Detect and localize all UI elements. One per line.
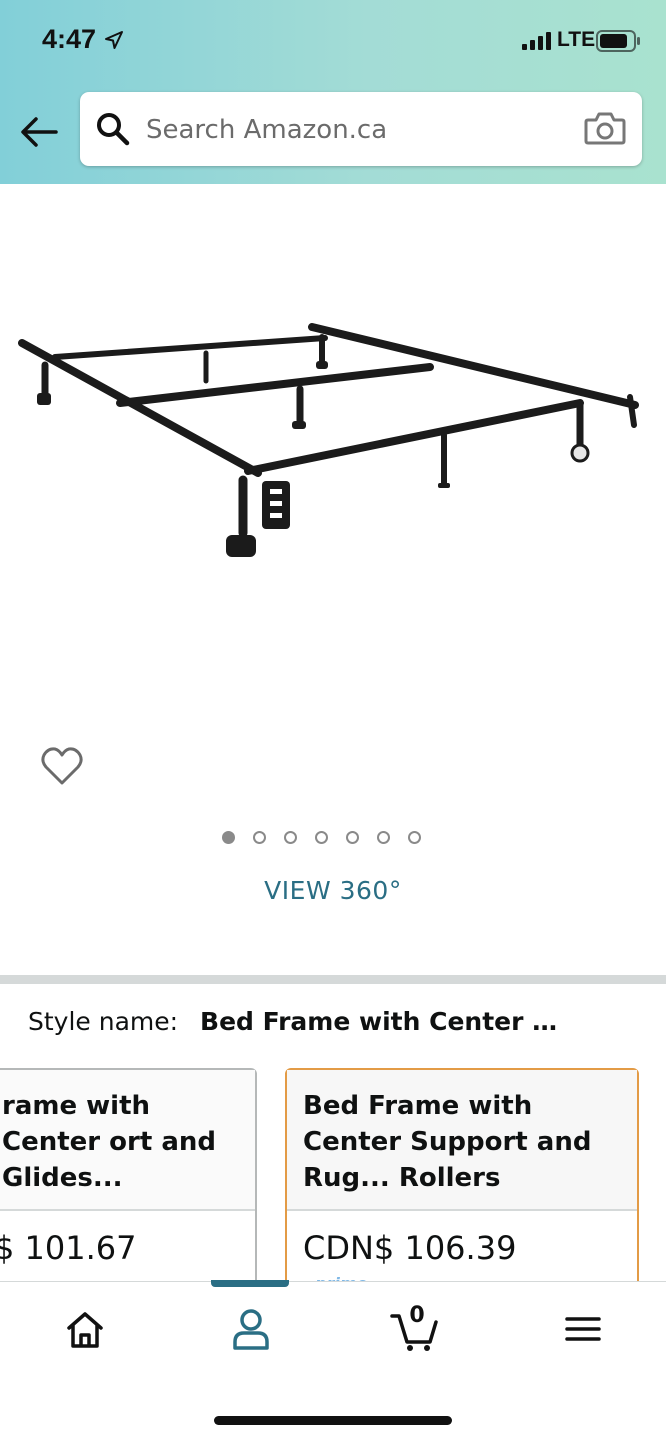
cart-tab[interactable]: 0 xyxy=(390,1303,440,1352)
home-indicator xyxy=(214,1416,452,1425)
style-name-row: Style name: Bed Frame with Center … xyxy=(28,1007,557,1036)
network-type: LTE xyxy=(557,28,596,51)
image-carousel-dots[interactable] xyxy=(222,831,421,844)
style-option-price: CDN$ 106.39 xyxy=(303,1229,517,1267)
style-option-price: $ 101.67 xyxy=(0,1229,137,1267)
carousel-dot[interactable] xyxy=(222,831,235,844)
carousel-dot[interactable] xyxy=(408,831,421,844)
style-name-value: Bed Frame with Center … xyxy=(200,1007,558,1036)
style-option-card-selected[interactable]: Bed Frame with Center Support and Rug...… xyxy=(285,1068,639,1281)
style-option-title: Bed Frame with Center Support and Rug...… xyxy=(287,1070,637,1211)
status-time: 4:47 xyxy=(42,24,97,54)
battery-icon xyxy=(596,30,640,52)
search-bar[interactable] xyxy=(80,92,642,166)
camera-icon[interactable] xyxy=(584,110,626,146)
heart-icon[interactable] xyxy=(40,745,84,787)
location-arrow-icon xyxy=(105,31,123,49)
style-name-label: Style name: xyxy=(28,1007,179,1036)
style-option-card[interactable]: rame with Center ort and Glides... $ 101… xyxy=(0,1068,257,1281)
carousel-dot[interactable] xyxy=(253,831,266,844)
search-icon xyxy=(97,113,130,146)
style-option-title: rame with Center ort and Glides... xyxy=(0,1070,255,1211)
active-tab-indicator xyxy=(211,1280,289,1287)
section-divider xyxy=(0,975,666,984)
carousel-dot[interactable] xyxy=(377,831,390,844)
carousel-dot[interactable] xyxy=(284,831,297,844)
view-360-link[interactable]: VIEW 360° xyxy=(0,876,666,905)
signal-icon xyxy=(522,32,551,50)
account-icon[interactable] xyxy=(226,1306,276,1352)
style-options-carousel[interactable]: rame with Center ort and Glides... $ 101… xyxy=(0,1068,666,1281)
cart-count: 0 xyxy=(409,1303,425,1328)
carousel-dot[interactable] xyxy=(346,831,359,844)
prime-badge: prime xyxy=(315,1274,367,1281)
search-input[interactable] xyxy=(144,104,568,156)
home-icon[interactable] xyxy=(60,1306,110,1352)
back-arrow-icon[interactable] xyxy=(18,112,60,152)
carousel-dot[interactable] xyxy=(315,831,328,844)
app-header: 4:47 LTE xyxy=(0,0,666,184)
menu-icon[interactable] xyxy=(558,1306,608,1352)
product-image-bed-frame[interactable] xyxy=(0,285,666,605)
